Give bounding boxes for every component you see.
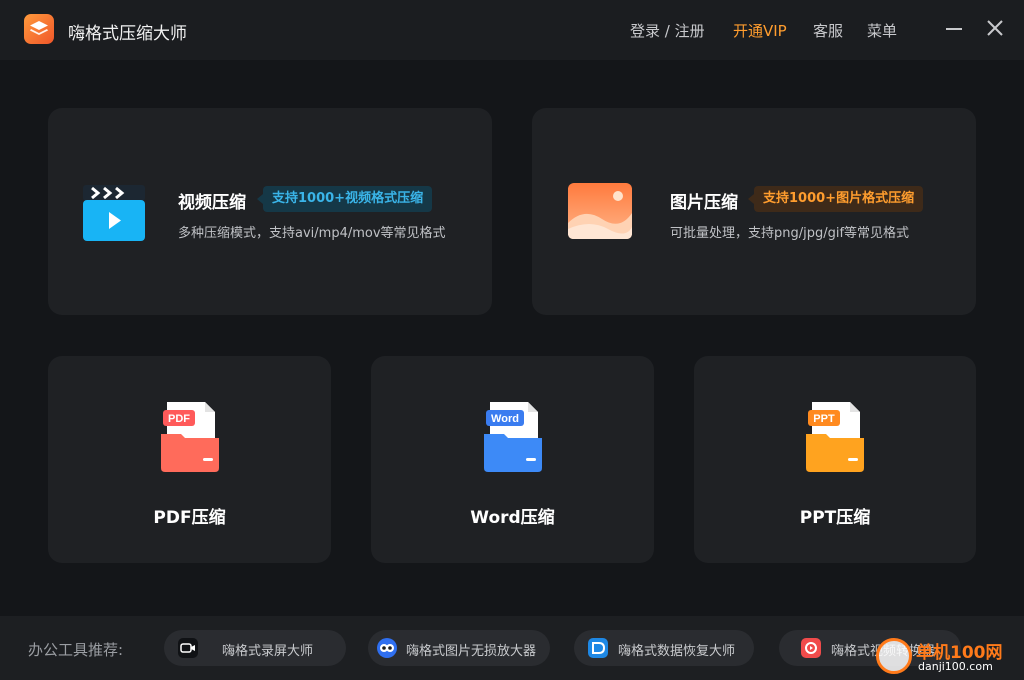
bottom-bar: 办公工具推荐: 嗨格式录屏大师 嗨格式图片无损放大器 嗨格式数据恢复大师 嗨格式… (0, 616, 1024, 680)
ppt-compress-title: PPT压缩 (799, 508, 871, 528)
tool-label: 嗨格式数据恢复大师 (618, 644, 736, 659)
menu-link[interactable]: 菜单 (867, 20, 897, 41)
tool-data-recovery[interactable]: 嗨格式数据恢复大师 (574, 630, 754, 666)
pdf-compress-title: PDF压缩 (153, 508, 226, 528)
video-format-tag: 支持1000+视频格式压缩 (256, 186, 433, 212)
video-compress-title: 视频压缩 (178, 193, 246, 213)
word-folder-icon: Word (482, 400, 544, 474)
svg-text:Word: Word (491, 413, 519, 425)
ppt-compress-card[interactable]: PPT PPT压缩 (694, 356, 976, 563)
watermark-url: danji100.com (918, 660, 993, 673)
pdf-folder-icon: PDF (159, 400, 221, 474)
tool-image-enlarger[interactable]: 嗨格式图片无损放大器 (368, 630, 550, 666)
image-enlarger-icon (377, 638, 397, 658)
svg-text:PDF: PDF (168, 413, 190, 425)
image-compress-desc: 可批量处理，支持png/jpg/gif等常见格式 (670, 226, 910, 241)
ppt-folder-icon: PPT (804, 400, 866, 474)
watermark-logo: 单机100网 danji100.com (876, 634, 1024, 680)
image-compress-card[interactable]: 图片压缩 支持1000+图片格式压缩 可批量处理，支持png/jpg/gif等常… (532, 108, 976, 315)
office-tools-label: 办公工具推荐: (28, 641, 124, 659)
tool-screen-recorder[interactable]: 嗨格式录屏大师 (164, 630, 346, 666)
app-logo-icon (24, 14, 54, 44)
customer-service-link[interactable]: 客服 (813, 20, 843, 41)
open-vip-link[interactable]: 开通VIP (733, 20, 787, 41)
video-converter-icon (801, 638, 821, 658)
image-compress-title: 图片压缩 (670, 193, 738, 213)
svg-text:PPT: PPT (813, 413, 835, 425)
close-icon[interactable] (983, 16, 1007, 40)
image-landscape-icon (568, 183, 632, 243)
video-compress-card[interactable]: 视频压缩 支持1000+视频格式压缩 多种压缩模式，支持avi/mp4/mov等… (48, 108, 492, 315)
image-format-tag: 支持1000+图片格式压缩 (747, 186, 924, 212)
tool-label: 嗨格式录屏大师 (222, 644, 314, 659)
data-recovery-icon (588, 638, 608, 658)
video-clapper-icon (82, 182, 146, 242)
video-compress-desc: 多种压缩模式，支持avi/mp4/mov等常见格式 (178, 226, 446, 241)
word-compress-title: Word压缩 (470, 508, 555, 528)
app-title: 嗨格式压缩大师 (68, 24, 187, 44)
watermark-circle-icon (876, 638, 912, 674)
title-bar: 嗨格式压缩大师 登录 / 注册 开通VIP 客服 菜单 (0, 0, 1024, 60)
pdf-compress-card[interactable]: PDF PDF压缩 (48, 356, 331, 563)
minimize-icon[interactable] (942, 16, 966, 40)
screen-record-icon (178, 638, 198, 658)
login-register-link[interactable]: 登录 / 注册 (630, 20, 705, 41)
tool-label: 嗨格式图片无损放大器 (406, 644, 537, 659)
word-compress-card[interactable]: Word Word压缩 (371, 356, 654, 563)
